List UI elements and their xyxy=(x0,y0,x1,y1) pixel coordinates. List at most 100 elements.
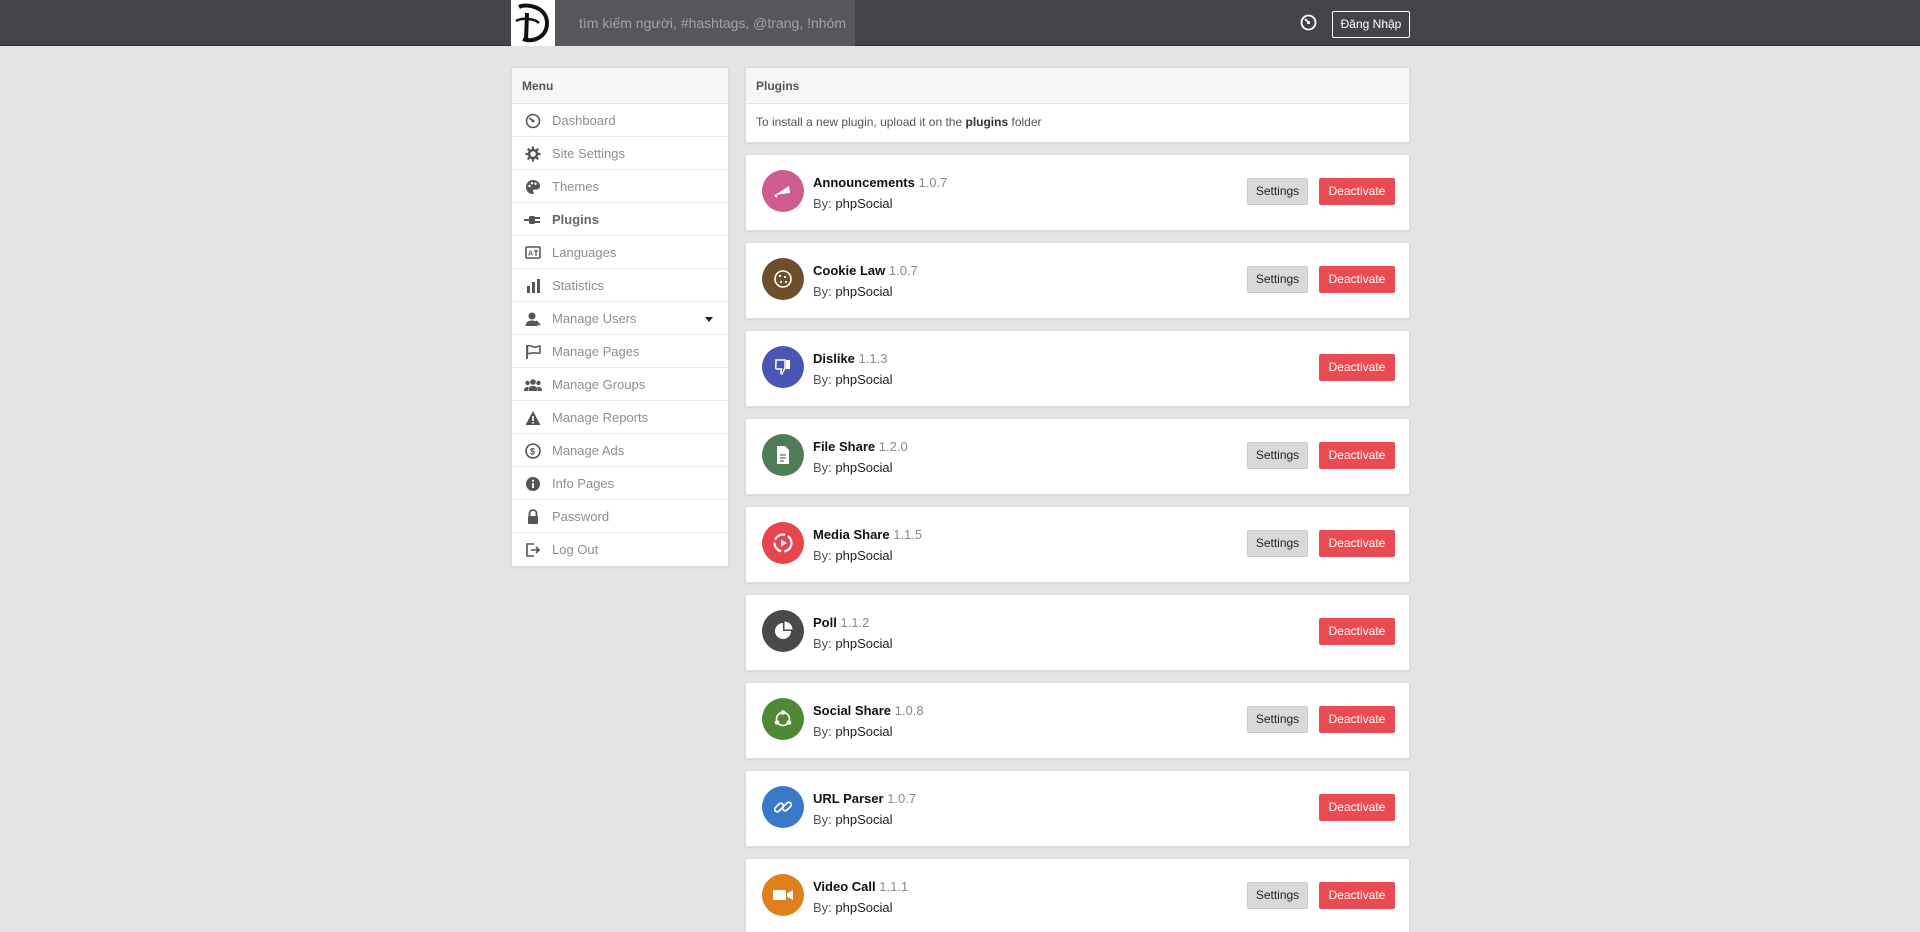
menu-item-label: Languages xyxy=(552,244,617,260)
menu-item-manage-groups[interactable]: Manage Groups xyxy=(512,368,728,401)
menu-item-languages[interactable]: A Languages xyxy=(512,236,728,269)
menu-item-label: Plugins xyxy=(552,211,599,227)
file-icon xyxy=(762,434,804,476)
gauge-icon xyxy=(524,112,542,130)
menu-item-site-settings[interactable]: Site Settings xyxy=(512,137,728,170)
plugin-name: Poll 1.1.2 xyxy=(813,615,870,630)
menu-item-label: Manage Ads xyxy=(552,442,625,458)
plugin-name: Dislike 1.1.3 xyxy=(813,351,888,366)
gear-icon xyxy=(524,145,542,163)
warning-icon xyxy=(524,409,542,427)
lock-icon xyxy=(524,508,542,526)
deactivate-button[interactable]: Deactivate xyxy=(1319,178,1395,205)
plugin-card-url-parser: URL Parser 1.0.7 By: phpSocial Deactivat… xyxy=(745,770,1410,847)
flag-icon xyxy=(524,343,542,361)
top-bar: tìm kiếm người, #hashtags, @trang, !nhóm… xyxy=(0,0,1920,46)
settings-button[interactable]: Settings xyxy=(1247,442,1308,469)
thumbs-down-icon xyxy=(762,346,804,388)
deactivate-button[interactable]: Deactivate xyxy=(1319,266,1395,293)
plugin-author: By: phpSocial xyxy=(813,724,893,739)
menu-item-manage-reports[interactable]: Manage Reports xyxy=(512,401,728,434)
menu-item-label: Manage Pages xyxy=(552,343,640,359)
menu-item-info-pages[interactable]: Info Pages xyxy=(512,467,728,500)
plugin-card-social-share: Social Share 1.0.8 By: phpSocial Setting… xyxy=(745,682,1410,759)
settings-button[interactable]: Settings xyxy=(1247,178,1308,205)
pie-chart-icon xyxy=(762,610,804,652)
group-icon xyxy=(524,376,542,394)
plugin-card-announcements: Announcements 1.0.7 By: phpSocial Settin… xyxy=(745,154,1410,231)
menu-item-manage-users[interactable]: Manage Users xyxy=(512,302,728,335)
plugin-card-media-share: Media Share 1.1.5 By: phpSocial Settings… xyxy=(745,506,1410,583)
deactivate-button[interactable]: Deactivate xyxy=(1319,354,1395,381)
plugin-card-poll: Poll 1.1.2 By: phpSocial Deactivate xyxy=(745,594,1410,671)
admin-menu: Menu Dashboard Site Settings Themes Plug… xyxy=(511,67,729,567)
menu-item-label: Manage Users xyxy=(552,310,637,326)
logout-icon xyxy=(524,541,542,559)
settings-button[interactable]: Settings xyxy=(1247,882,1308,909)
plugin-author: By: phpSocial xyxy=(813,812,893,827)
plugin-author: By: phpSocial xyxy=(813,196,893,211)
plugins-info-panel: Plugins To install a new plugin, upload … xyxy=(745,67,1410,143)
plugin-author: By: phpSocial xyxy=(813,548,893,563)
plugins-install-hint: To install a new plugin, upload it on th… xyxy=(756,115,1042,129)
plugin-author: By: phpSocial xyxy=(813,284,893,299)
settings-button[interactable]: Settings xyxy=(1247,266,1308,293)
menu-item-label: Statistics xyxy=(552,277,605,293)
plugin-author: By: phpSocial xyxy=(813,636,893,651)
menu-item-label: Password xyxy=(552,508,610,524)
menu-item-password[interactable]: Password xyxy=(512,500,728,533)
user-icon xyxy=(524,310,542,328)
plugin-card-cookie-law: Cookie Law 1.0.7 By: phpSocial Settings … xyxy=(745,242,1410,319)
plugin-name: URL Parser 1.0.7 xyxy=(813,791,917,806)
menu-item-plugins[interactable]: Plugins xyxy=(512,203,728,236)
deactivate-button[interactable]: Deactivate xyxy=(1319,882,1395,909)
video-camera-icon xyxy=(762,874,804,916)
plugin-author: By: phpSocial xyxy=(813,372,893,387)
menu-item-label: Manage Reports xyxy=(552,409,649,425)
chevron-down-icon[interactable] xyxy=(705,317,713,322)
menu-item-manage-pages[interactable]: Manage Pages xyxy=(512,335,728,368)
page-title: Plugins xyxy=(746,68,1409,104)
menu-item-label: Themes xyxy=(552,178,599,194)
site-logo[interactable] xyxy=(511,0,555,46)
login-button[interactable]: Đăng Nhập xyxy=(1332,11,1410,38)
link-icon xyxy=(762,786,804,828)
share-icon xyxy=(762,698,804,740)
svg-text:$: $ xyxy=(530,447,535,457)
language-icon: A xyxy=(524,244,542,262)
search-input[interactable]: tìm kiếm người, #hashtags, @trang, !nhóm xyxy=(555,0,855,46)
deactivate-button[interactable]: Deactivate xyxy=(1319,794,1395,821)
menu-item-label: Manage Groups xyxy=(552,376,646,392)
megaphone-icon xyxy=(762,170,804,212)
plug-icon xyxy=(524,211,542,229)
menu-item-dashboard[interactable]: Dashboard xyxy=(512,104,728,137)
info-icon xyxy=(524,475,542,493)
menu-item-themes[interactable]: Themes xyxy=(512,170,728,203)
cookie-icon xyxy=(762,258,804,300)
settings-button[interactable]: Settings xyxy=(1247,706,1308,733)
deactivate-button[interactable]: Deactivate xyxy=(1319,530,1395,557)
plugin-author: By: phpSocial xyxy=(813,460,893,475)
plugin-name: Social Share 1.0.8 xyxy=(813,703,924,718)
svg-text:A: A xyxy=(528,251,533,258)
menu-item-label: Site Settings xyxy=(552,145,625,161)
plugin-card-video-call: Video Call 1.1.1 By: phpSocial Settings … xyxy=(745,858,1410,932)
dollar-icon: $ xyxy=(524,442,542,460)
menu-item-manage-ads[interactable]: $ Manage Ads xyxy=(512,434,728,467)
menu-item-label: Dashboard xyxy=(552,112,616,128)
menu-item-log-out[interactable]: Log Out xyxy=(512,533,728,566)
deactivate-button[interactable]: Deactivate xyxy=(1319,442,1395,469)
plugin-card-dislike: Dislike 1.1.3 By: phpSocial Deactivate xyxy=(745,330,1410,407)
menu-item-statistics[interactable]: Statistics xyxy=(512,269,728,302)
menu-item-label: Info Pages xyxy=(552,475,615,491)
plugin-name: Cookie Law 1.0.7 xyxy=(813,263,918,278)
dashboard-gauge-icon[interactable] xyxy=(1300,14,1317,31)
deactivate-button[interactable]: Deactivate xyxy=(1319,618,1395,645)
menu-item-label: Log Out xyxy=(552,542,599,557)
settings-button[interactable]: Settings xyxy=(1247,530,1308,557)
bar-chart-icon xyxy=(524,277,542,295)
plugin-card-file-share: File Share 1.2.0 By: phpSocial Settings … xyxy=(745,418,1410,495)
deactivate-button[interactable]: Deactivate xyxy=(1319,706,1395,733)
plugin-name: Announcements 1.0.7 xyxy=(813,175,948,190)
logo-icon xyxy=(515,3,550,43)
